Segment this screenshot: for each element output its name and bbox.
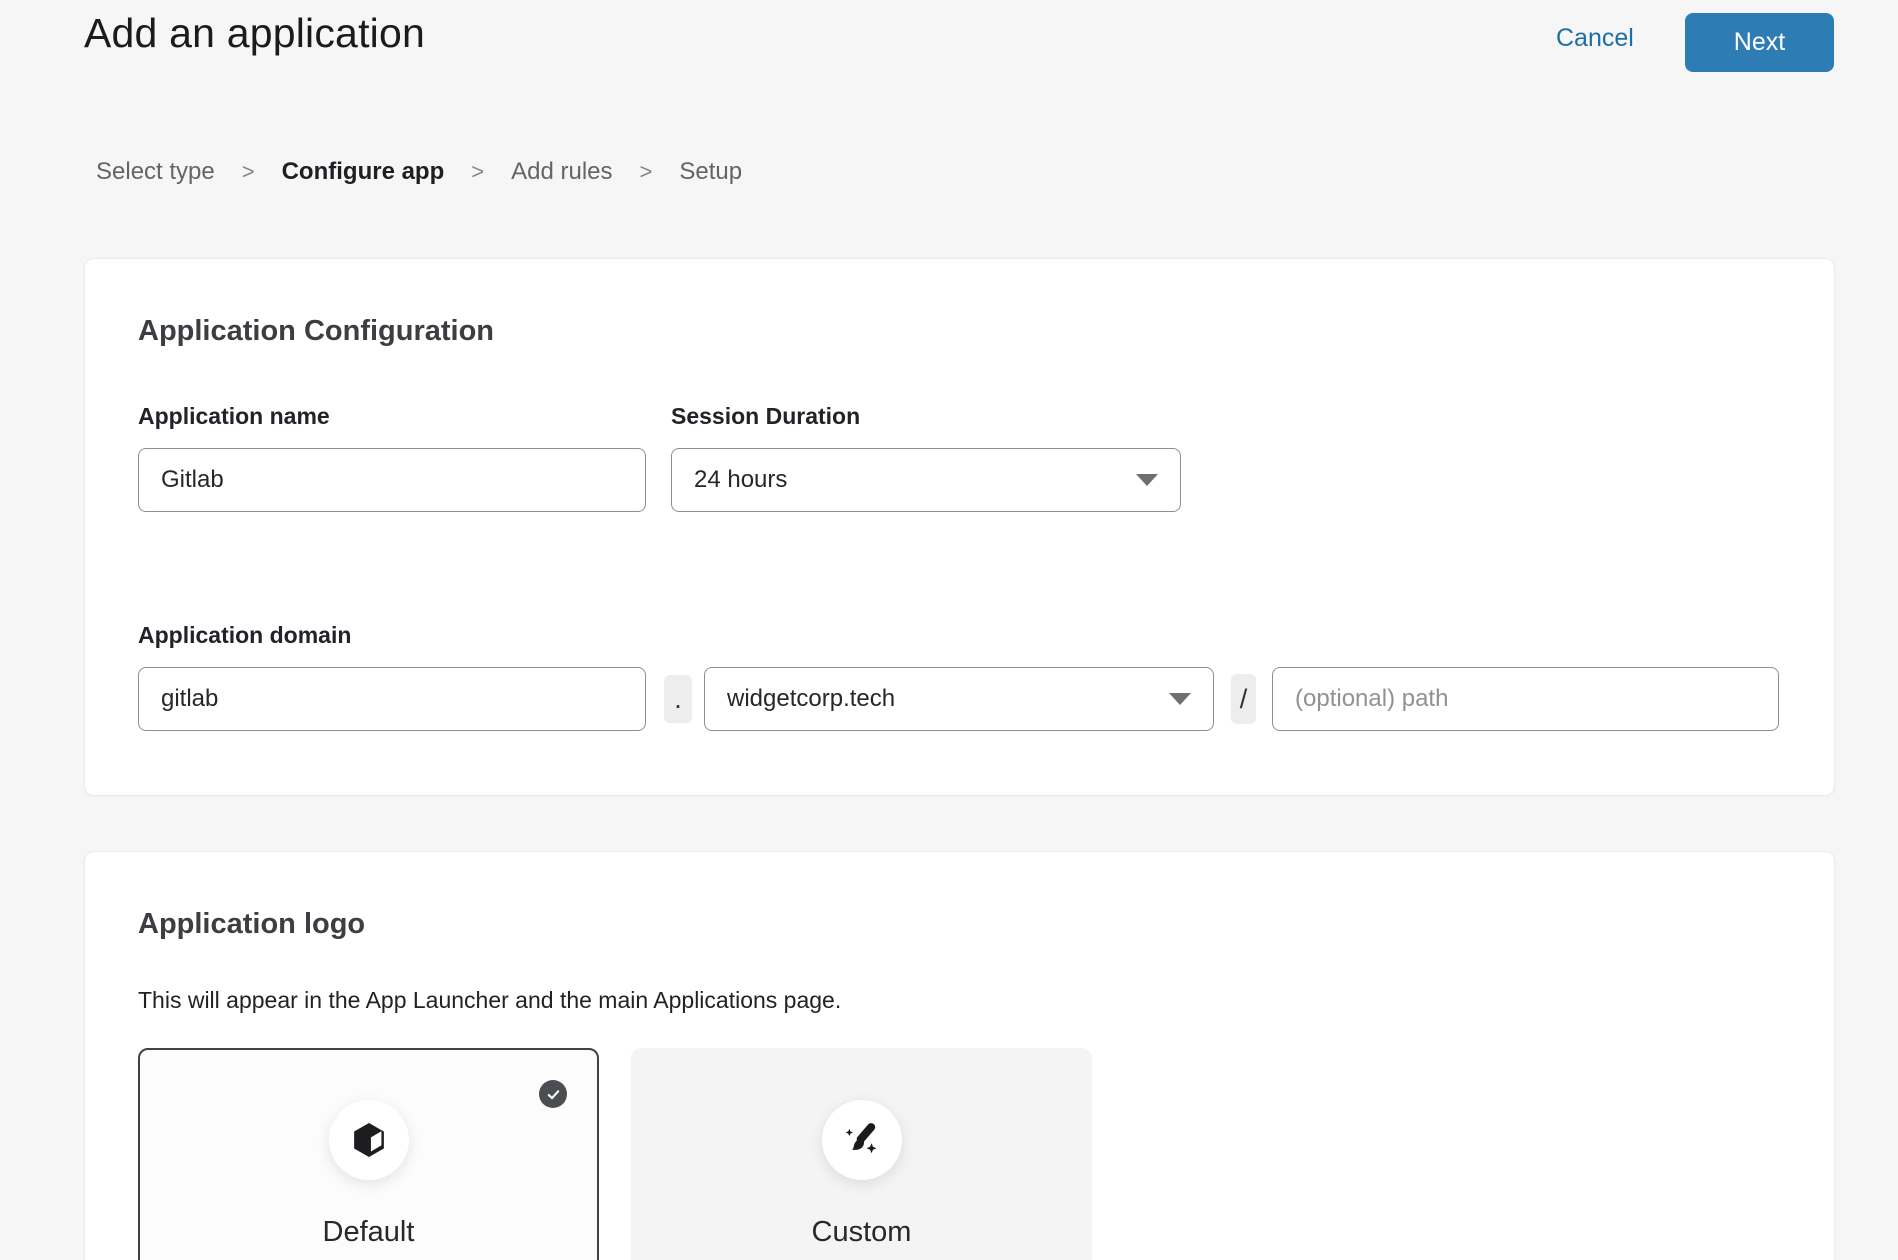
session-duration-value: 24 hours [694, 466, 787, 494]
check-icon [539, 1080, 567, 1108]
logo-option-label: Custom [812, 1216, 912, 1249]
page-content: Application Configuration Application na… [84, 258, 1835, 1260]
add-application-page: Add an application Cancel Next Select ty… [0, 0, 1898, 1260]
breadcrumb: Select type > Configure app > Add rules … [96, 158, 742, 186]
breadcrumb-separator: > [471, 159, 484, 185]
application-domain-label: Application domain [138, 622, 1781, 649]
logo-description: This will appear in the App Launcher and… [138, 987, 1781, 1014]
paintbrush-icon [822, 1100, 902, 1180]
breadcrumb-step-configure-app[interactable]: Configure app [282, 158, 445, 186]
domain-dot-separator: . [664, 675, 692, 723]
domain-slash-separator: / [1231, 674, 1256, 724]
breadcrumb-separator: > [640, 159, 653, 185]
session-duration-select[interactable]: 24 hours [671, 448, 1181, 512]
breadcrumb-separator: > [242, 159, 255, 185]
application-domain-field: Application domain . widgetcorp.tech / [138, 622, 1781, 731]
application-configuration-card: Application Configuration Application na… [84, 258, 1835, 796]
application-domain-row: . widgetcorp.tech / [138, 667, 1781, 731]
application-name-label: Application name [138, 403, 646, 430]
page-title: Add an application [84, 10, 425, 57]
domain-select[interactable]: widgetcorp.tech [704, 667, 1214, 731]
logo-option-custom[interactable]: Custom [631, 1048, 1092, 1260]
breadcrumb-step-add-rules[interactable]: Add rules [511, 158, 612, 186]
logo-option-default[interactable]: Default [138, 1048, 599, 1260]
logo-card-title: Application logo [138, 908, 1781, 941]
session-duration-field: Session Duration 24 hours [671, 403, 1181, 512]
application-name-field: Application name [138, 403, 646, 512]
breadcrumb-step-setup[interactable]: Setup [679, 158, 742, 186]
breadcrumb-step-select-type[interactable]: Select type [96, 158, 215, 186]
logo-option-label: Default [323, 1216, 415, 1249]
configuration-card-title: Application Configuration [138, 315, 1781, 348]
path-input[interactable] [1272, 667, 1779, 731]
application-logo-card: Application logo This will appear in the… [84, 851, 1835, 1260]
session-duration-label: Session Duration [671, 403, 1181, 430]
next-button[interactable]: Next [1685, 13, 1834, 72]
logo-options: Default Custom [138, 1048, 1781, 1260]
chevron-down-icon [1136, 474, 1158, 486]
domain-select-value: widgetcorp.tech [727, 685, 895, 713]
cube-icon [329, 1100, 409, 1180]
name-duration-row: Application name Session Duration 24 hou… [138, 403, 1781, 512]
subdomain-input[interactable] [138, 667, 646, 731]
chevron-down-icon [1169, 693, 1191, 705]
cancel-button[interactable]: Cancel [1556, 24, 1634, 53]
application-name-input[interactable] [138, 448, 646, 512]
